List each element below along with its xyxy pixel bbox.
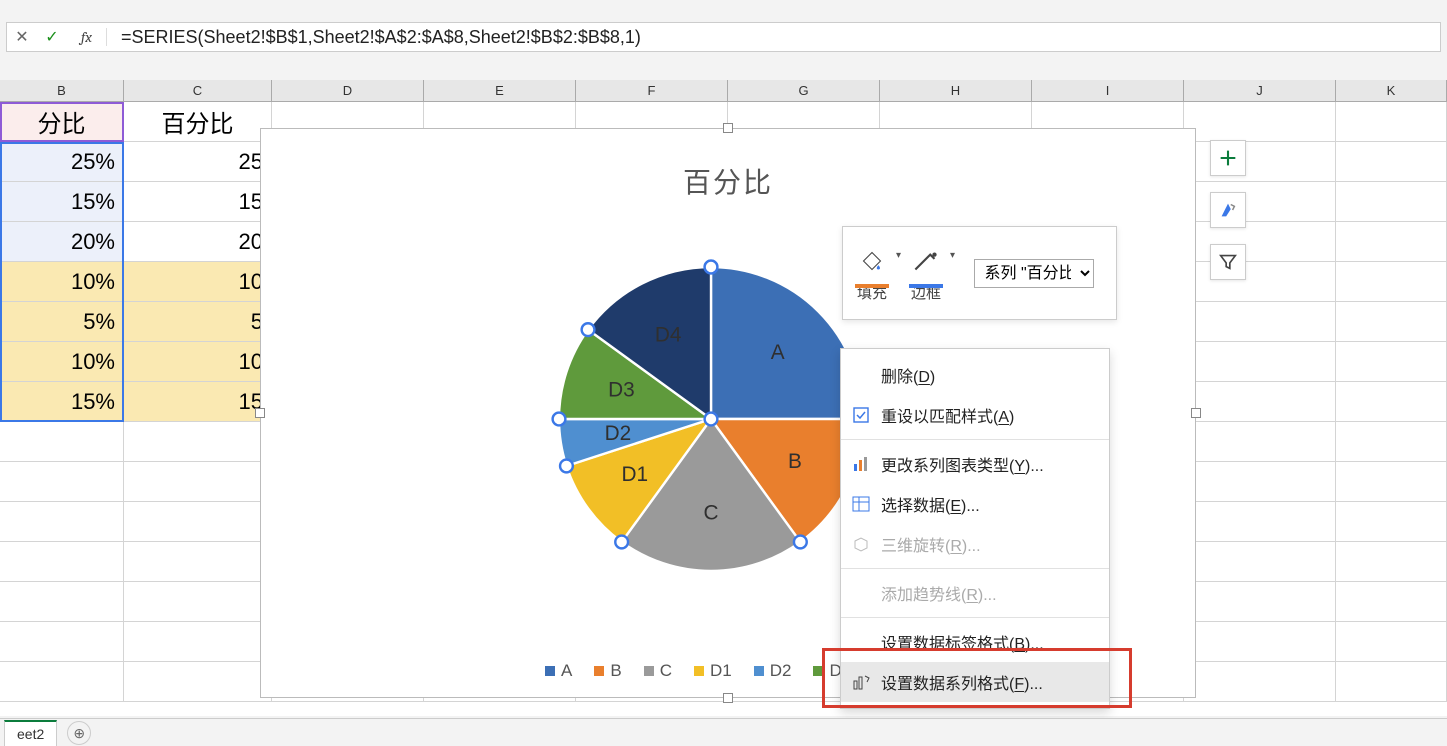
cell-c7[interactable]: 10	[124, 342, 272, 382]
menu-3d-rotation: 三维旋转(R)...	[841, 524, 1109, 564]
svg-text:B: B	[788, 450, 802, 473]
context-menu: 删除(D) 重设以匹配样式(A) 更改系列图表类型(Y)... 选择数据(E).…	[840, 348, 1110, 709]
sheet-tabs: eet2 ⊕	[0, 718, 1447, 746]
chart-handle-left[interactable]	[255, 408, 265, 418]
menu-format-data-series[interactable]: 设置数据系列格式(F)...	[841, 662, 1109, 702]
mini-toolbar: ▾ 填充 ▾ 边框 系列 "百分比"	[842, 226, 1117, 320]
col-header-j[interactable]: J	[1184, 80, 1336, 102]
cell-b6[interactable]: 5%	[0, 302, 124, 342]
menu-delete[interactable]: 删除(D)	[841, 355, 1109, 395]
col-header-k[interactable]: K	[1336, 80, 1447, 102]
legend-item-c[interactable]: C	[644, 661, 672, 681]
col-header-c[interactable]: C	[124, 80, 272, 102]
cell-c4[interactable]: 20	[124, 222, 272, 262]
legend-item-d2[interactable]: D2	[754, 661, 792, 681]
cell-b5[interactable]: 10%	[0, 262, 124, 302]
svg-text:D1: D1	[621, 463, 648, 486]
col-header-g[interactable]: G	[728, 80, 880, 102]
sheet-tab-active[interactable]: eet2	[4, 720, 57, 746]
cell-b4[interactable]: 20%	[0, 222, 124, 262]
col-header-f[interactable]: F	[576, 80, 728, 102]
chart-handle-top[interactable]	[723, 123, 733, 133]
col-header-b[interactable]: B	[0, 80, 124, 102]
menu-data-label-format[interactable]: 设置数据标签格式(B)...	[841, 622, 1109, 662]
menu-reset-style[interactable]: 重设以匹配样式(A)	[841, 395, 1109, 435]
column-headers[interactable]: B C D E F G H I J K	[0, 80, 1447, 102]
cell-c5[interactable]: 10	[124, 262, 272, 302]
svg-text:D2: D2	[605, 422, 632, 445]
chart-handle-right[interactable]	[1191, 408, 1201, 418]
formula-input[interactable]: =SERIES(Sheet2!$B$1,Sheet2!$A$2:$A$8,She…	[107, 27, 1440, 48]
svg-text:A: A	[771, 341, 785, 364]
pie-chart[interactable]: A B C D1 D2 D3 D4	[551, 259, 871, 579]
svg-text:D3: D3	[608, 378, 635, 401]
cube-icon	[851, 534, 871, 554]
legend-item-b[interactable]: B	[594, 661, 621, 681]
reset-icon	[851, 405, 871, 425]
svg-text:C: C	[703, 502, 718, 525]
legend-item-d1[interactable]: D1	[694, 661, 732, 681]
cell-b8[interactable]: 15%	[0, 382, 124, 422]
menu-select-data[interactable]: 选择数据(E)...	[841, 484, 1109, 524]
cancel-button[interactable]: ✕	[7, 27, 37, 47]
col-header-h[interactable]: H	[880, 80, 1032, 102]
menu-add-trendline: 添加趋势线(R)...	[841, 573, 1109, 613]
cell-b2[interactable]: 25%	[0, 142, 124, 182]
cell-b1[interactable]: 分比	[0, 102, 124, 142]
cell-b3[interactable]: 15%	[0, 182, 124, 222]
chart-elements-button[interactable]	[1210, 140, 1246, 176]
col-header-e[interactable]: E	[424, 80, 576, 102]
col-header-d[interactable]: D	[272, 80, 424, 102]
confirm-button[interactable]: ✓	[37, 27, 67, 47]
fill-button[interactable]: ▾ 填充	[855, 244, 889, 303]
chart-filter-button[interactable]	[1210, 244, 1246, 280]
cell-c8[interactable]: 15	[124, 382, 272, 422]
format-series-icon	[851, 672, 871, 692]
chart-title[interactable]: 百分比	[261, 161, 1195, 201]
series-select[interactable]: 系列 "百分比"	[974, 259, 1094, 288]
chart-styles-button[interactable]	[1210, 192, 1246, 228]
formula-bar: ✕ ✓ fx =SERIES(Sheet2!$B$1,Sheet2!$A$2:$…	[6, 22, 1441, 52]
cell-c2[interactable]: 25	[124, 142, 272, 182]
svg-text:D4: D4	[655, 323, 682, 346]
fx-label[interactable]: fx	[67, 28, 107, 46]
cell-c1[interactable]: 百分比	[124, 102, 272, 142]
add-sheet-button[interactable]: ⊕	[67, 721, 91, 745]
cell-c6[interactable]: 5	[124, 302, 272, 342]
cell-b7[interactable]: 10%	[0, 342, 124, 382]
chart-type-icon	[851, 454, 871, 474]
outline-button[interactable]: ▾ 边框	[909, 244, 943, 303]
cell-c3[interactable]: 15	[124, 182, 272, 222]
menu-change-chart-type[interactable]: 更改系列图表类型(Y)...	[841, 444, 1109, 484]
select-data-icon	[851, 494, 871, 514]
chart-handle-bottom[interactable]	[723, 693, 733, 703]
col-header-i[interactable]: I	[1032, 80, 1184, 102]
legend-item-a[interactable]: A	[545, 661, 572, 681]
